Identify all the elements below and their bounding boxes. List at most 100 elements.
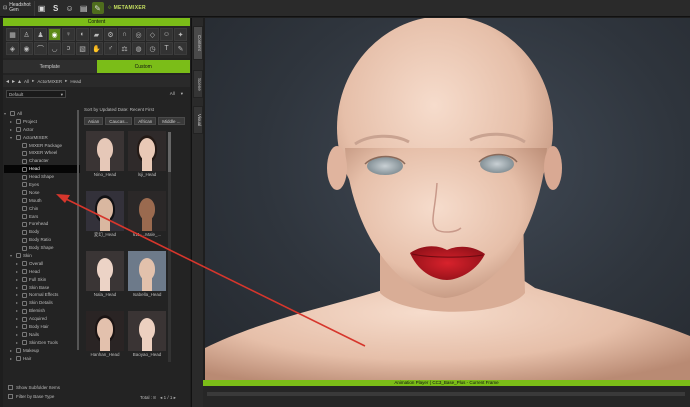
gear-icon[interactable]: ⚙ <box>104 28 117 41</box>
tree-item[interactable]: MIXER Package <box>4 142 80 150</box>
checkbox[interactable] <box>8 394 13 399</box>
breadcrumb-actormixer[interactable]: ActorMIXER <box>37 79 62 84</box>
chevron-right-icon[interactable]: ▸ <box>16 260 20 268</box>
side-tab-scene[interactable]: Scene <box>193 70 203 98</box>
eye-icon[interactable]: ◉ <box>20 42 33 55</box>
tree-item[interactable]: ▾ ActorMIXER <box>4 134 80 142</box>
tree-item[interactable]: ▸ Overall <box>4 260 80 268</box>
brush-button[interactable]: ✎ <box>91 2 104 14</box>
thumbnail-item[interactable]: Isabella_Head <box>128 251 166 298</box>
face-button[interactable]: ☺ <box>64 2 76 14</box>
morph-icon[interactable]: ◈ <box>6 42 19 55</box>
diamond-icon[interactable]: ◇ <box>146 28 159 41</box>
metamixer-button[interactable]: ⟐ METAMIXER <box>105 1 149 16</box>
tree-item[interactable]: Mouth <box>4 197 80 205</box>
text-icon[interactable]: T <box>160 42 173 55</box>
tree-item[interactable]: Body Ratio <box>4 236 80 244</box>
checkbox[interactable] <box>8 385 13 390</box>
3d-viewport[interactable] <box>205 18 690 380</box>
side-tab-visual[interactable]: Visual <box>193 106 203 134</box>
folder-button[interactable]: ▣ <box>36 2 48 14</box>
filter-right-label[interactable]: All <box>170 91 175 96</box>
thumbnail-item[interactable]: Nino_Head <box>86 131 124 178</box>
chevron-right-icon[interactable]: ▸ <box>16 315 20 323</box>
chevron-right-icon[interactable]: ▸ <box>16 323 20 331</box>
pose-icon[interactable]: ✦ <box>174 28 187 41</box>
nose-icon[interactable]: ∩ <box>118 28 131 41</box>
chevron-down-icon[interactable]: ▾ <box>4 110 8 118</box>
forward-icon[interactable]: ▸ <box>12 78 15 85</box>
tree-item[interactable]: Forehead <box>4 220 80 228</box>
tree-item[interactable]: Body <box>4 228 80 236</box>
tree-item[interactable]: ▸ Skin Base <box>4 284 80 292</box>
tree-scrollbar[interactable] <box>77 110 79 350</box>
figure-icon[interactable]: ♟ <box>34 28 47 41</box>
option-show-subfolder[interactable]: Show Subfolder Items <box>8 383 60 392</box>
tree-item[interactable]: ▸ Makeup <box>4 347 80 355</box>
hand-icon[interactable]: ✋ <box>90 42 103 55</box>
tree-item[interactable]: Head <box>4 165 80 174</box>
thumbnail-item[interactable]: Nala_Head <box>86 251 124 298</box>
chevron-down-icon[interactable]: ▾ <box>10 134 14 142</box>
chevron-right-icon[interactable]: ▸ <box>16 268 20 276</box>
skin-icon[interactable]: ▧ <box>76 42 89 55</box>
chip-african[interactable]: African <box>134 117 157 125</box>
tree-item[interactable]: ▸ Actor <box>4 126 80 134</box>
side-tab-content[interactable]: Content <box>193 26 203 60</box>
tree-item[interactable]: Eyes <box>4 181 80 189</box>
head-icon[interactable]: ◉ <box>48 28 61 41</box>
ear-icon[interactable]: ↄ <box>62 42 75 55</box>
body-icon[interactable]: ♂ <box>104 42 117 55</box>
tree-item[interactable]: MIXER Wheel <box>4 149 80 157</box>
chevron-right-icon[interactable]: ▸ <box>16 276 20 284</box>
up-icon[interactable]: ▴ <box>18 78 21 85</box>
next-page-icon[interactable]: ▸ <box>174 395 176 400</box>
tree-item[interactable]: ▸ Skin Details <box>4 299 80 307</box>
dress-icon[interactable]: ♀ <box>62 28 75 41</box>
breadcrumb-head[interactable]: Head <box>70 79 81 84</box>
option-filter-base-type[interactable]: Filter by Base Type <box>8 392 60 401</box>
tree-item[interactable]: ▸ Full Skin <box>4 276 80 284</box>
chevron-down-icon[interactable]: ▾ <box>10 252 14 260</box>
cube-icon[interactable]: ▦ <box>6 28 19 41</box>
thumbnail-item[interactable]: Hanhan_Head <box>86 311 124 358</box>
filter-select[interactable]: Default ▾ <box>6 89 66 98</box>
tree-item[interactable]: ▾ Skin <box>4 252 80 260</box>
chip-asian[interactable]: Asian <box>84 117 104 125</box>
tree-item[interactable]: ▸ Body Hair <box>4 323 80 331</box>
s-button[interactable]: S <box>50 2 62 14</box>
palette-icon[interactable]: ◍ <box>132 42 145 55</box>
tree-item[interactable]: ▸ Acquired <box>4 315 80 323</box>
chevron-down-icon[interactable]: ▾ <box>181 91 183 97</box>
tab-custom[interactable]: Custom <box>96 60 190 73</box>
accessory-icon[interactable]: ◐ <box>76 28 89 41</box>
chevron-right-icon[interactable]: ▸ <box>10 126 14 134</box>
tree-item[interactable]: ▸ SkinGen Tools <box>4 339 80 347</box>
chevron-right-icon[interactable]: ▸ <box>16 307 20 315</box>
target-icon[interactable]: ◎ <box>132 28 145 41</box>
chevron-right-icon[interactable]: ▸ <box>16 291 20 299</box>
tree-item[interactable]: Head Shape <box>4 173 80 181</box>
chevron-right-icon[interactable]: ▸ <box>10 355 14 363</box>
tree-item[interactable]: Character <box>4 157 80 165</box>
chevron-right-icon[interactable]: ▸ <box>16 331 20 339</box>
thumbnail-item[interactable]: Baoyao_Head <box>128 311 166 358</box>
thumbnail-item[interactable]: 611-...Male_... <box>128 191 166 238</box>
thumbnail-item[interactable]: 変幻_Head <box>86 191 124 238</box>
thumbnail-item[interactable]: lsji_Head <box>128 131 166 178</box>
chevron-right-icon[interactable]: ▸ <box>10 118 14 126</box>
clock-icon[interactable]: ◷ <box>146 42 159 55</box>
tree-item[interactable]: Body Shape <box>4 244 80 252</box>
chevron-right-icon[interactable]: ▸ <box>16 299 20 307</box>
tree-item[interactable]: ▸ Hair <box>4 355 80 363</box>
person-icon[interactable]: ♙ <box>20 28 33 41</box>
grid-scrollbar-thumb[interactable] <box>168 132 171 172</box>
breadcrumb-all[interactable]: All <box>24 79 29 84</box>
back-icon[interactable]: ◂ <box>6 78 9 85</box>
timeline-slider[interactable] <box>207 392 685 396</box>
brow-icon[interactable]: ⌒ <box>34 42 47 55</box>
chevron-right-icon[interactable]: ▸ <box>16 339 20 347</box>
tree-item[interactable]: ▸ Blemish <box>4 307 80 315</box>
sort-label[interactable]: Sort by Updated Date: Recent First <box>84 107 154 112</box>
tab-template[interactable]: Template <box>3 60 97 73</box>
